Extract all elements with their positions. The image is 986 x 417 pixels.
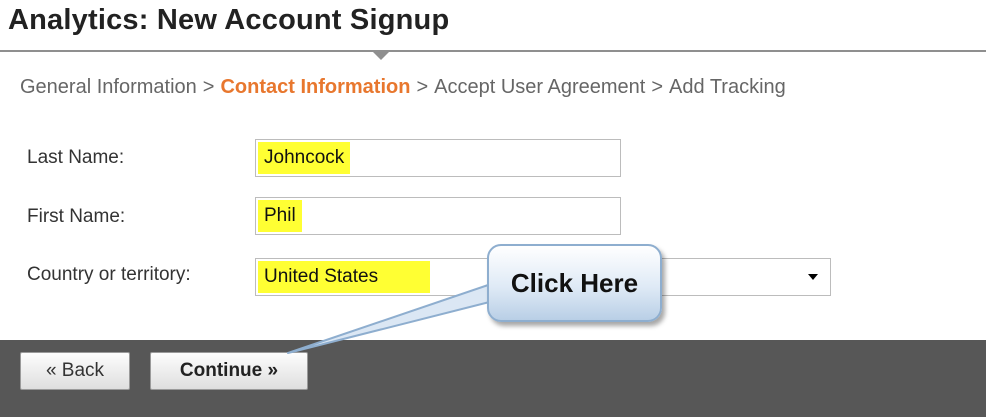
continue-button[interactable]: Continue » <box>150 352 308 390</box>
first-name-value: Phil <box>258 200 302 232</box>
breadcrumb-step-add-tracking: Add Tracking <box>669 76 786 98</box>
breadcrumb-step-contact-information: Contact Information <box>220 76 411 98</box>
title-divider <box>0 50 986 52</box>
breadcrumb-step-general-information: General Information <box>20 76 197 98</box>
breadcrumb-separator: > <box>651 76 664 98</box>
last-name-field[interactable]: Johncock <box>255 139 621 177</box>
breadcrumb-separator: > <box>416 76 429 98</box>
chevron-down-icon[interactable] <box>808 274 818 280</box>
first-name-label: First Name: <box>27 206 126 227</box>
button-bar: « Back Continue » <box>0 340 986 417</box>
country-value: United States <box>258 261 430 293</box>
click-here-callout: Click Here <box>487 244 662 322</box>
last-name-label: Last Name: <box>27 147 125 168</box>
back-button[interactable]: « Back <box>20 352 130 390</box>
last-name-value: Johncock <box>258 142 351 174</box>
page-title: Analytics: New Account Signup <box>8 4 450 36</box>
breadcrumb-separator: > <box>202 76 215 98</box>
title-divider-notch <box>371 50 391 60</box>
breadcrumb-step-accept-user-agreement: Accept User Agreement <box>434 76 646 98</box>
first-name-field[interactable]: Phil <box>255 197 621 235</box>
breadcrumb: General Information > Contact Information >… <box>20 76 786 99</box>
country-label: Country or territory: <box>27 264 191 285</box>
